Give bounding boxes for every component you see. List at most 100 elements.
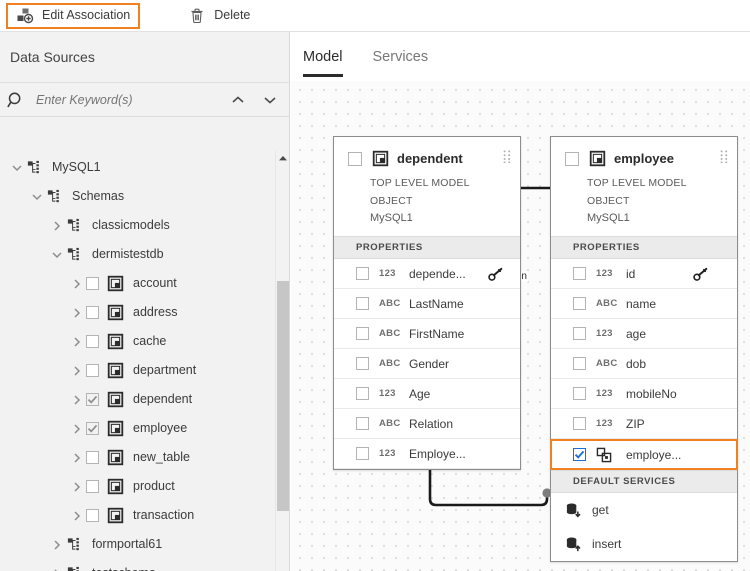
twisty-expanded-icon[interactable]	[48, 246, 66, 264]
property-row[interactable]: 123 Age	[334, 379, 520, 409]
property-row[interactable]: ABC Relation	[334, 409, 520, 439]
twisty-expanded-icon[interactable]	[28, 188, 46, 206]
entity-card-employee[interactable]: employee TOP LEVEL MODEL OBJECT MySQL1 PROP…	[550, 136, 738, 562]
twisty-collapsed-icon[interactable]	[68, 333, 86, 351]
property-checkbox[interactable]	[573, 267, 586, 280]
tree-item-account[interactable]: account	[0, 269, 276, 298]
tree-item-label: employee	[133, 421, 188, 436]
model-canvas[interactable]: 1:n dependentTOP LEVEL MODEL OBJECTMySQL…	[291, 81, 750, 571]
table-icon	[107, 507, 124, 524]
key-icon	[488, 267, 503, 281]
scroll-down-button[interactable]	[257, 89, 283, 111]
services-section-header: DEFAULT SERVICES	[551, 470, 737, 493]
twisty-collapsed-icon[interactable]	[68, 507, 86, 525]
twisty-collapsed-icon[interactable]	[48, 565, 66, 571]
twisty-collapsed-icon[interactable]	[68, 449, 86, 467]
tree-item-checkbox[interactable]	[86, 277, 99, 290]
application-root: Edit Association Delete Data Sources Ent…	[0, 0, 750, 571]
scroll-up-button[interactable]	[225, 89, 251, 111]
tree-item-checkbox[interactable]	[86, 480, 99, 493]
property-row[interactable]: ABC LastName	[334, 289, 520, 319]
search-icon[interactable]	[6, 90, 26, 110]
card-datasource: MySQL1	[370, 212, 413, 224]
property-row[interactable]: 123 ZIP	[551, 409, 737, 439]
tab-services[interactable]: Services	[373, 32, 429, 81]
property-row[interactable]: 123 Employe...	[334, 439, 520, 469]
property-checkbox[interactable]	[356, 327, 369, 340]
tree-item-checkbox[interactable]	[86, 335, 99, 348]
twisty-collapsed-icon[interactable]	[68, 304, 86, 322]
scrollbar-up-arrow[interactable]	[276, 151, 290, 165]
card-drag-handle[interactable]	[720, 150, 728, 164]
property-row[interactable]: 123 mobileNo	[551, 379, 737, 409]
twisty-collapsed-icon[interactable]	[68, 275, 86, 293]
tree-item-checkbox[interactable]	[86, 393, 99, 406]
twisty-expanded-icon[interactable]	[8, 159, 26, 177]
property-checkbox[interactable]	[356, 417, 369, 430]
property-row[interactable]: ABC dob	[551, 349, 737, 379]
tree-item-dermistestdb[interactable]: dermistestdb	[0, 240, 276, 269]
tree-item-transaction[interactable]: transaction	[0, 501, 276, 530]
tree-item-formportal61[interactable]: formportal61	[0, 530, 276, 559]
twisty-collapsed-icon[interactable]	[68, 362, 86, 380]
tree-item-cache[interactable]: cache	[0, 327, 276, 356]
property-checkbox[interactable]	[356, 297, 369, 310]
twisty-collapsed-icon[interactable]	[68, 391, 86, 409]
twisty-collapsed-icon[interactable]	[48, 536, 66, 554]
twisty-collapsed-icon[interactable]	[68, 420, 86, 438]
trash-icon	[191, 8, 203, 23]
search-input[interactable]	[32, 92, 219, 107]
property-checkbox[interactable]	[573, 448, 586, 461]
service-label: get	[592, 503, 609, 517]
tree-item-classicmodels[interactable]: classicmodels	[0, 211, 276, 240]
tree-item-employee[interactable]: employee	[0, 414, 276, 443]
tree-item-dependent[interactable]: dependent	[0, 385, 276, 414]
property-checkbox[interactable]	[356, 447, 369, 460]
property-row[interactable]: employe...	[550, 439, 738, 470]
tree-item-mysql1[interactable]: MySQL1	[0, 153, 276, 182]
property-row[interactable]: ABC FirstName	[334, 319, 520, 349]
service-row[interactable]: insert	[551, 527, 737, 561]
tree-item-checkbox[interactable]	[86, 451, 99, 464]
tree-item-address[interactable]: address	[0, 298, 276, 327]
entity-card-dependent[interactable]: dependent TOP LEVEL MODEL OBJECT MySQL1 PRO…	[333, 136, 521, 470]
property-checkbox[interactable]	[573, 387, 586, 400]
scrollbar-thumb[interactable]	[277, 281, 289, 511]
tree-item-new-table[interactable]: new_table	[0, 443, 276, 472]
property-checkbox[interactable]	[356, 267, 369, 280]
tree-item-checkbox[interactable]	[86, 364, 99, 377]
property-checkbox[interactable]	[356, 357, 369, 370]
sidebar-scrollbar[interactable]	[275, 151, 289, 571]
table-icon	[107, 304, 124, 321]
service-row[interactable]: get	[551, 493, 737, 527]
card-checkbox[interactable]	[565, 151, 579, 166]
tree-item-testschema[interactable]: testschema	[0, 559, 276, 571]
delete-button[interactable]: Delete	[180, 3, 258, 29]
card-header[interactable]: dependent	[334, 137, 520, 171]
table-icon	[107, 333, 124, 350]
tree-item-checkbox[interactable]	[86, 509, 99, 522]
card-drag-handle[interactable]	[503, 150, 511, 164]
card-header[interactable]: employee	[551, 137, 737, 171]
twisty-collapsed-icon[interactable]	[68, 478, 86, 496]
schema-icon	[66, 565, 83, 571]
property-checkbox[interactable]	[573, 417, 586, 430]
property-checkbox[interactable]	[573, 357, 586, 370]
property-checkbox[interactable]	[356, 387, 369, 400]
tree-item-department[interactable]: department	[0, 356, 276, 385]
property-row[interactable]: 123 depende...	[334, 259, 520, 289]
property-row[interactable]: 123 age	[551, 319, 737, 349]
property-row[interactable]: ABC name	[551, 289, 737, 319]
property-row[interactable]: ABC Gender	[334, 349, 520, 379]
card-checkbox[interactable]	[348, 151, 362, 166]
twisty-collapsed-icon[interactable]	[48, 217, 66, 235]
property-row[interactable]: 123 id	[551, 259, 737, 289]
tab-model[interactable]: Model	[303, 32, 343, 81]
property-checkbox[interactable]	[573, 297, 586, 310]
edit-association-button[interactable]: Edit Association	[6, 2, 141, 29]
tree-item-checkbox[interactable]	[86, 306, 99, 319]
tree-item-checkbox[interactable]	[86, 422, 99, 435]
tree-item-schemas[interactable]: Schemas	[0, 182, 276, 211]
property-checkbox[interactable]	[573, 327, 586, 340]
tree-item-product[interactable]: product	[0, 472, 276, 501]
